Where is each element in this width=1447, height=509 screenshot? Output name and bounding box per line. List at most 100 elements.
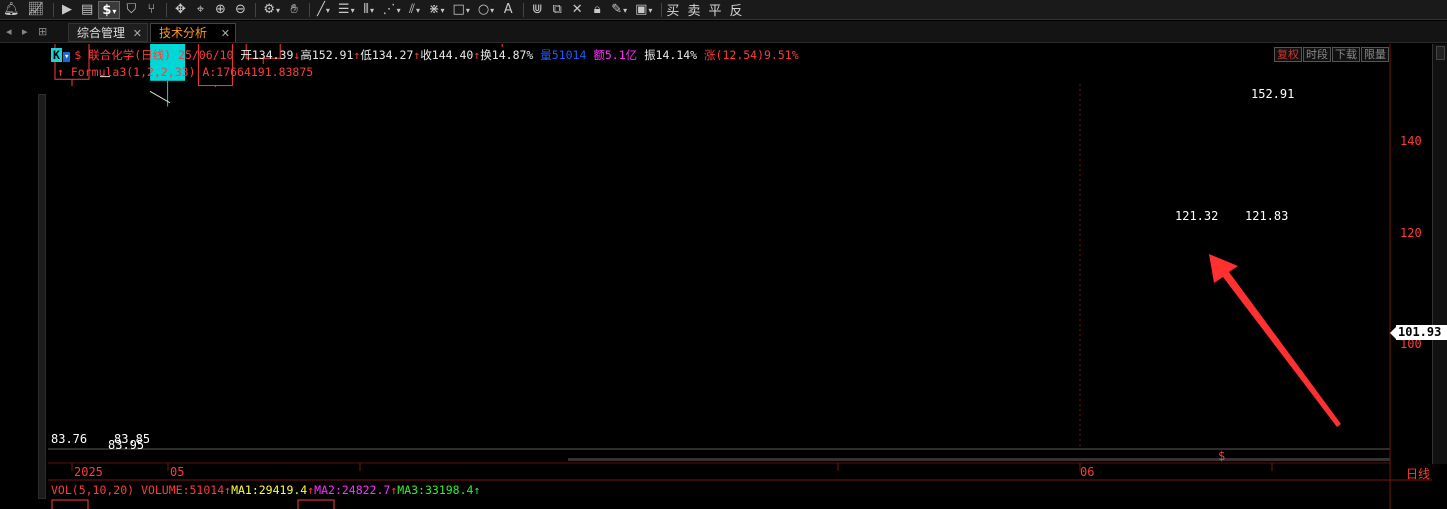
y-tick-label: 120 bbox=[1400, 226, 1422, 240]
toolbar-separator bbox=[166, 2, 168, 17]
toolbar-separator bbox=[309, 2, 311, 17]
sell-button[interactable]: 卖 bbox=[687, 0, 700, 19]
formula-text: Formula3(1,2,2,33) A:17664191.83875 bbox=[70, 65, 314, 79]
line-tool-icon[interactable]: ╱ bbox=[314, 1, 333, 19]
x-tick-label: 06 bbox=[1080, 465, 1095, 479]
lock-icon[interactable]: 🔒︎ bbox=[588, 1, 606, 19]
rectangle-icon[interactable]: □ bbox=[450, 1, 473, 19]
volume-indicator-line: VOL(5,10,20) VOLUME:51014↑MA1:29419.4↑MA… bbox=[51, 483, 480, 497]
text-tool-icon[interactable]: A bbox=[499, 1, 517, 19]
right-scrollbar[interactable] bbox=[1432, 44, 1447, 464]
left-scrollbar[interactable] bbox=[38, 94, 46, 499]
tab-label: 综合管理 bbox=[77, 26, 126, 40]
current-price-badge: 101.93 bbox=[1390, 325, 1447, 340]
dollar-button[interactable]: $ bbox=[98, 0, 121, 19]
annotation-leader bbox=[149, 90, 171, 104]
toolbar: 🔔︎ 📈︎ ▶ ▤ $ ⛉ ⑂ ✥ ⌖ ⊕ ⊖ ⚙ ✋︎ ╱ ☰ ⦀ ⋰ ⫽ ⋇… bbox=[0, 0, 1447, 20]
adjust-button[interactable]: 复权 bbox=[1274, 47, 1302, 62]
amplitude-value: 振14.14% bbox=[644, 48, 698, 62]
tab-bar: ◂ ▸ ⊞ 综合管理 ✕ 技术分析 ✕ bbox=[0, 21, 1447, 43]
volume-title: VOL(5,10,20) bbox=[51, 483, 135, 497]
tab-comprehensive-management[interactable]: 综合管理 ✕ bbox=[68, 23, 148, 42]
chart-top-buttons: 复权 时段 下载 限量 bbox=[1273, 47, 1389, 62]
price-annotation: 83.95 bbox=[108, 438, 145, 452]
volume-bar bbox=[297, 499, 335, 509]
x-tick-label: 05 bbox=[170, 465, 185, 479]
close-position-button[interactable]: 平 bbox=[708, 0, 721, 19]
amount-value: 额5.1亿 bbox=[593, 48, 638, 62]
price-annotation: 121.32 bbox=[1175, 209, 1219, 223]
move-icon[interactable]: ✥ bbox=[171, 1, 189, 19]
ellipse-icon[interactable]: ○ bbox=[475, 1, 497, 19]
document-icon[interactable]: ▤ bbox=[78, 1, 96, 19]
close-icon[interactable]: ✕ bbox=[221, 24, 230, 43]
price-annotation: 121.83 bbox=[1245, 209, 1289, 223]
toolbar-separator bbox=[661, 2, 663, 17]
chevron-down-icon[interactable]: ▾ bbox=[62, 52, 71, 62]
crosshair-icon[interactable]: ⌖ bbox=[191, 1, 209, 19]
stock-name: 联合化学(日线) bbox=[88, 48, 172, 62]
line-chart-icon[interactable]: 📈︎ bbox=[25, 1, 48, 19]
formula-line: ↑ Formula3(1,2,2,33) A:17664191.83875 bbox=[57, 65, 313, 79]
channel-icon[interactable]: ⫽ bbox=[406, 1, 424, 19]
hand-icon[interactable]: ✋︎ bbox=[285, 1, 303, 19]
volume-current: VOLUME:51014 bbox=[141, 483, 225, 497]
toolbar-separator bbox=[523, 2, 525, 17]
toolbar-separator bbox=[53, 2, 55, 17]
open-price: 开134.39 bbox=[240, 48, 294, 62]
scroll-thumb[interactable] bbox=[1436, 46, 1445, 60]
price-annotation: 152.91 bbox=[1251, 87, 1295, 101]
fibonacci-icon[interactable]: ☰ bbox=[335, 1, 358, 19]
quote-date: 25/06/10 bbox=[178, 48, 234, 62]
limit-button[interactable]: 限量 bbox=[1361, 47, 1389, 62]
close-icon[interactable]: ✕ bbox=[133, 24, 142, 43]
reverse-button[interactable]: 反 bbox=[729, 0, 742, 19]
tab-technical-analysis[interactable]: 技术分析 ✕ bbox=[150, 23, 236, 42]
arrow-up-icon: ↑ bbox=[473, 483, 481, 497]
save-icon[interactable]: ▣ bbox=[632, 1, 655, 19]
high-price: 高152.91 bbox=[300, 48, 354, 62]
period-label[interactable]: 日线 bbox=[1406, 465, 1430, 482]
zoom-in-icon[interactable]: ⊕ bbox=[211, 1, 229, 19]
delete-icon[interactable]: ✕ bbox=[568, 1, 586, 19]
volume-bar bbox=[51, 499, 89, 509]
bell-icon[interactable]: 🔔︎ bbox=[0, 1, 23, 19]
symbol-prefix: $ bbox=[74, 48, 82, 62]
k-line-type-button[interactable]: K bbox=[51, 48, 62, 62]
session-button[interactable]: 时段 bbox=[1303, 47, 1331, 62]
copy-icon[interactable]: ⧉ bbox=[548, 1, 566, 19]
change-value: 涨(12.54)9.51% bbox=[704, 48, 799, 62]
pen-icon[interactable]: ✎ bbox=[608, 1, 630, 19]
tuning-fork-icon[interactable]: ⑂ bbox=[142, 1, 160, 19]
y-tick-label: 140 bbox=[1400, 134, 1422, 148]
toolbar-separator bbox=[255, 2, 257, 17]
zoom-out-icon[interactable]: ⊖ bbox=[231, 1, 249, 19]
ma2-value: MA2:24822.7 bbox=[314, 483, 391, 497]
play-icon[interactable]: ▶ bbox=[58, 1, 76, 19]
x-tick-label: 2025 bbox=[74, 465, 103, 479]
magnet-icon[interactable]: ⋓ bbox=[528, 1, 546, 19]
arrow-annotation bbox=[1209, 254, 1341, 427]
ma1-value: MA1:29419.4 bbox=[231, 483, 308, 497]
gann-icon[interactable]: ⋇ bbox=[426, 1, 448, 19]
tab-scroll-left-icon[interactable]: ◂ bbox=[6, 25, 12, 38]
parallel-lines-icon[interactable]: ⦀ bbox=[360, 1, 378, 19]
horizontal-scrollbar bbox=[568, 458, 1390, 461]
download-button[interactable]: 下载 bbox=[1332, 47, 1360, 62]
arrow-up-icon: ↑ bbox=[57, 65, 64, 79]
fan-icon[interactable]: ⋰ bbox=[380, 1, 404, 19]
price-annotation: 83.76 bbox=[51, 432, 88, 446]
left-panel bbox=[0, 44, 48, 509]
buy-button[interactable]: 买 bbox=[666, 0, 679, 19]
volume-value: 量51014 bbox=[540, 48, 587, 62]
candlestick-chart[interactable] bbox=[48, 44, 1432, 509]
x-marker: $ bbox=[1218, 449, 1226, 463]
turnover-rate: 换14.87% bbox=[480, 48, 534, 62]
tab-label: 技术分析 bbox=[159, 26, 208, 40]
tab-list-icon[interactable]: ⊞ bbox=[38, 25, 47, 38]
quote-info-line: K ▾ $ 联合化学(日线) 25/06/10 开134.39↓高152.91↑低1… bbox=[51, 47, 799, 63]
filter-icon[interactable]: ⛉ bbox=[122, 1, 140, 19]
tab-scroll-right-icon[interactable]: ▸ bbox=[22, 25, 28, 38]
ma3-value: MA3:33198.4 bbox=[397, 483, 474, 497]
gear-icon[interactable]: ⚙ bbox=[260, 1, 283, 19]
